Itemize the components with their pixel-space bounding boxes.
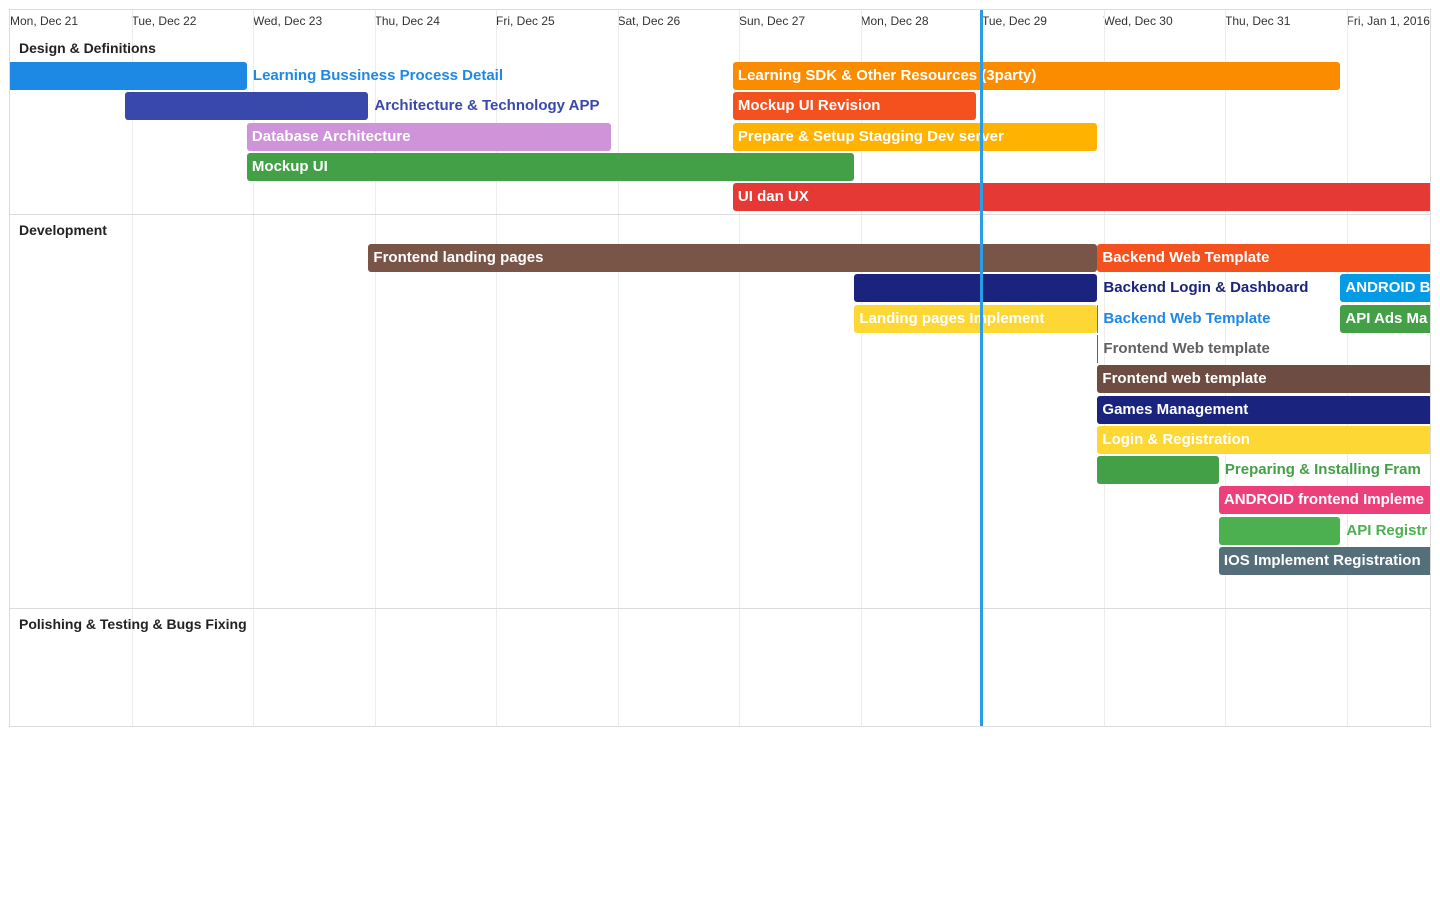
task-bar[interactable]	[854, 274, 1098, 303]
day-header: Tue, Dec 22	[131, 14, 197, 28]
task-label: Database Architecture	[251, 127, 411, 145]
task-label: Preparing & Installing Fram	[1224, 461, 1421, 479]
task-label: Games Management	[1102, 400, 1249, 418]
timeline-chart[interactable]: Mon, Dec 21 Tue, Dec 22 Wed, Dec 23 Thu, De…	[9, 9, 1431, 727]
task-label: API Ads Ma	[1345, 309, 1428, 327]
task-label: Backend Web Template	[1102, 249, 1270, 266]
task-label: Frontend web template	[1102, 370, 1267, 388]
task-label: Mockup UI Revision	[737, 97, 881, 115]
day-header: Wed, Dec 30	[1103, 14, 1173, 28]
day-header: Tue, Dec 29	[982, 14, 1047, 28]
current-time-marker	[980, 10, 983, 726]
task-bar[interactable]	[246, 152, 855, 181]
task-label: Frontend landing pages	[373, 249, 544, 266]
task-label: Login & Registration	[1102, 430, 1250, 448]
group-label: Development	[19, 222, 107, 238]
task-label: Backend Login & Dashboard	[1103, 279, 1309, 297]
task-label: ANDROID B	[1345, 279, 1431, 297]
task-label: Learning Bussiness Process Detail	[252, 67, 504, 84]
day-header: Fri, Jan 1, 2016	[1346, 14, 1430, 28]
day-header: Thu, Dec 31	[1225, 14, 1291, 28]
task-bar[interactable]	[125, 92, 369, 121]
task-label: Prepare & Setup Stagging Dev server	[737, 127, 1004, 145]
day-header: Wed, Dec 23	[253, 14, 323, 28]
task-label: UI dan UX	[737, 188, 809, 206]
task-label: Frontend Web template	[1103, 339, 1270, 357]
group-label: Design & Definitions	[19, 40, 156, 56]
day-header: Sat, Dec 26	[617, 14, 681, 28]
day-header: Mon, Dec 28	[860, 14, 929, 28]
task-label: Landing pages Implement	[859, 309, 1045, 327]
task-label: Learning SDK & Other Resources (3party)	[737, 67, 1037, 84]
day-header: Mon, Dec 21	[10, 14, 79, 28]
day-header: Fri, Dec 25	[496, 14, 555, 28]
task-bar[interactable]	[10, 62, 247, 90]
group-label: Polishing & Testing & Bugs Fixing	[19, 616, 247, 632]
day-header: Sun, Dec 27	[739, 14, 806, 28]
task-label: Mockup UI	[251, 157, 328, 175]
task-bar[interactable]	[1097, 456, 1219, 485]
group-divider	[10, 214, 1430, 215]
task-label: Backend Web Template	[1103, 309, 1271, 327]
task-bar[interactable]	[732, 183, 1430, 212]
task-bar[interactable]	[1218, 516, 1341, 545]
task-label: API Registr	[1346, 521, 1428, 539]
task-label: ANDROID frontend Impleme	[1223, 491, 1424, 509]
task-label: IOS Implement Registration	[1223, 552, 1421, 569]
day-gridline	[617, 10, 619, 726]
group-divider	[10, 608, 1430, 609]
day-header: Thu, Dec 24	[374, 14, 440, 28]
task-label: Architecture & Technology APP	[374, 97, 600, 115]
